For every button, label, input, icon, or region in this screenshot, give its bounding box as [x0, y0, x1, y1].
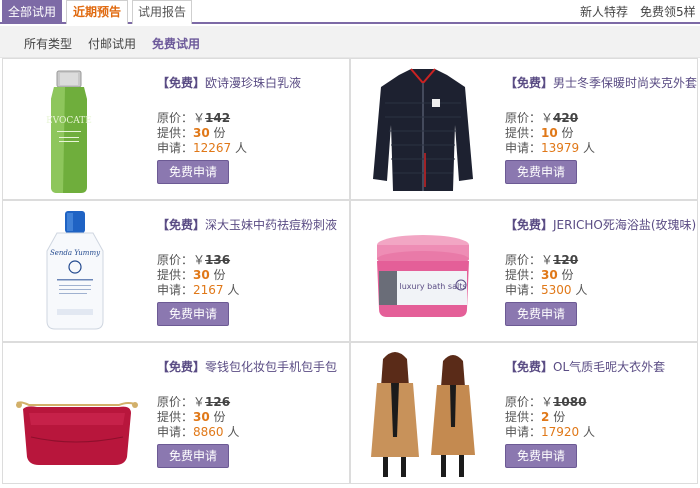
- product-title[interactable]: 【免费】男士冬季保暖时尚夹克外套: [505, 74, 697, 91]
- product-grid: EVOCATE 【免费】欧诗漫珍珠白乳液 原价：￥142 提供：30 份 申请：…: [2, 58, 698, 486]
- product-image-cosmetic-bag[interactable]: [7, 347, 143, 481]
- tab-trial-reports[interactable]: 试用报告: [132, 0, 192, 24]
- product-card: EVOCATE 【免费】欧诗漫珍珠白乳液 原价：￥142 提供：30 份 申请：…: [2, 58, 350, 200]
- product-title[interactable]: 【免费】JERICHO死海浴盐(玫瑰味): [505, 216, 696, 233]
- product-image-white-bottle[interactable]: Senda Yummy: [7, 205, 143, 339]
- filter-bar: 所有类型 付邮试用 免费试用: [0, 26, 700, 58]
- product-image-lotion[interactable]: EVOCATE: [7, 63, 143, 197]
- product-title[interactable]: 【免费】深大玉妹中药祛痘粉刺液: [157, 216, 347, 233]
- applicant-count: 申请：13979 人: [505, 141, 596, 155]
- product-title[interactable]: 【免费】零钱包化妆包手机包手包: [157, 358, 347, 375]
- tab-all-trials[interactable]: 全部试用: [2, 0, 62, 24]
- applicant-count: 申请：2167 人: [157, 283, 240, 297]
- product-image-jacket[interactable]: [355, 63, 491, 197]
- product-title[interactable]: 【免费】OL气质毛呢大衣外套: [505, 358, 695, 375]
- applicant-count: 申请：17920 人: [505, 425, 596, 439]
- apply-free-button[interactable]: 免费申请: [505, 302, 577, 326]
- newbie-recommend-link[interactable]: 新人特荐: [580, 3, 628, 20]
- product-card: 【免费】OL气质毛呢大衣外套 原价：￥1080 提供：2 份 申请：17920 …: [350, 342, 698, 484]
- filter-paid-shipping[interactable]: 付邮试用: [88, 35, 136, 52]
- top-navigation: 全部试用 近期预告 试用报告 新人特荐 免费领5样: [0, 0, 700, 24]
- product-card: Senda Yummy 【免费】深大玉妹中药祛痘粉刺液 原价：￥136 提供：3…: [2, 200, 350, 342]
- product-title[interactable]: 【免费】欧诗漫珍珠白乳液: [157, 74, 347, 91]
- applicant-count: 申请：5300 人: [505, 283, 588, 297]
- applicant-count: 申请：8860 人: [157, 425, 240, 439]
- apply-free-button[interactable]: 免费申请: [157, 160, 229, 184]
- apply-free-button[interactable]: 免费申请: [505, 160, 577, 184]
- apply-free-button[interactable]: 免费申请: [157, 302, 229, 326]
- apply-free-button[interactable]: 免费申请: [157, 444, 229, 468]
- product-card: luxury bath salts 【免费】JERICHO死海浴盐(玫瑰味) 原…: [350, 200, 698, 342]
- free-five-samples-link[interactable]: 免费领5样: [640, 3, 696, 20]
- product-card: 【免费】男士冬季保暖时尚夹克外套 原价：￥420 提供：10 份 申请：1397…: [350, 58, 698, 200]
- filter-free-trial[interactable]: 免费试用: [152, 35, 200, 52]
- product-image-camel-coat[interactable]: [355, 347, 491, 481]
- apply-free-button[interactable]: 免费申请: [505, 444, 577, 468]
- svg-text:Senda Yummy: Senda Yummy: [50, 249, 101, 257]
- applicant-count: 申请：12267 人: [157, 141, 248, 155]
- tab-upcoming[interactable]: 近期预告: [66, 0, 128, 24]
- product-card: 【免费】零钱包化妆包手机包手包 原价：￥126 提供：30 份 申请：8860 …: [2, 342, 350, 484]
- svg-text:EVOCATE: EVOCATE: [46, 116, 92, 126]
- filter-all-types[interactable]: 所有类型: [24, 35, 72, 52]
- product-image-bath-salt-jar[interactable]: luxury bath salts: [355, 205, 491, 339]
